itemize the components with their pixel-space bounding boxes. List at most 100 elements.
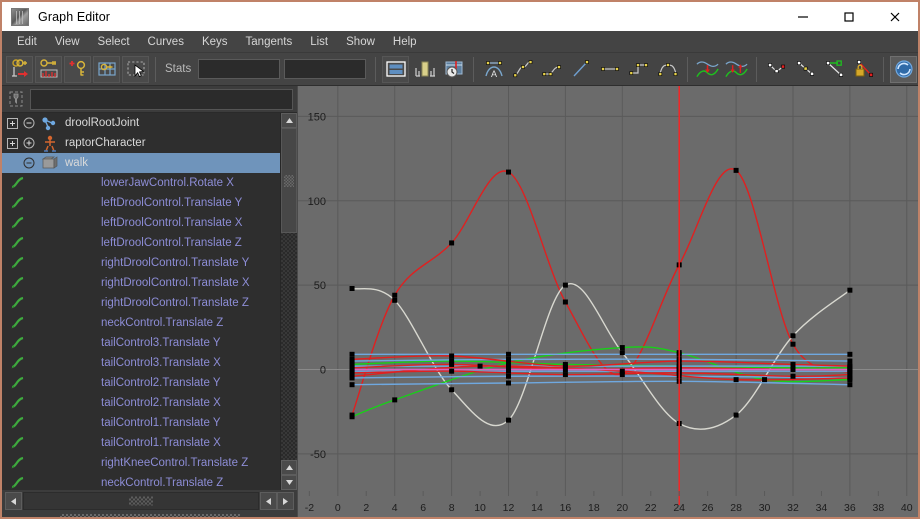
outliner-vertical-scrollbar[interactable] xyxy=(280,113,297,490)
outliner-row-curve[interactable]: rightDroolControl.Translate Z xyxy=(2,293,280,313)
stats-field-2[interactable] xyxy=(284,59,366,79)
swap-buffer-curve-button[interactable] xyxy=(723,56,750,83)
center-current-time-button[interactable] xyxy=(440,56,467,83)
outliner-row-curve[interactable]: neckControl.Translate Z xyxy=(2,313,280,333)
outliner-row-curve[interactable]: rightKneeControl.Translate Z xyxy=(2,453,280,473)
break-tangents-button[interactable] xyxy=(763,56,790,83)
outliner-filter-row xyxy=(2,86,297,112)
outliner-row-curve[interactable]: leftDroolControl.Translate X xyxy=(2,213,280,233)
stats-field-1[interactable] xyxy=(198,59,280,79)
move-nearest-picked-key-button[interactable] xyxy=(6,56,33,83)
outliner-row-walk[interactable]: walk xyxy=(2,153,280,173)
outliner-row-raptorcharacter[interactable]: raptorCharacter xyxy=(2,133,280,153)
lattice-deform-keys-button[interactable] xyxy=(93,56,120,83)
scroll-down-button[interactable] xyxy=(281,475,297,490)
menu-edit[interactable]: Edit xyxy=(8,34,46,50)
auto-tangent-button[interactable]: A xyxy=(480,56,507,83)
maximize-button[interactable] xyxy=(826,2,872,31)
outliner-row-curve[interactable]: tailControl3.Translate X xyxy=(2,353,280,373)
joint-icon xyxy=(39,115,61,131)
panel-resize-grip[interactable] xyxy=(2,512,297,519)
window-titlebar: Graph Editor xyxy=(2,2,918,31)
menu-help[interactable]: Help xyxy=(384,34,426,50)
menu-show[interactable]: Show xyxy=(337,34,384,50)
visibility-minus-icon[interactable] xyxy=(22,156,36,170)
outliner-row-label: tailControl3.Translate Y xyxy=(101,337,221,349)
scroll-left-button[interactable] xyxy=(5,492,22,510)
step-tangent-button[interactable] xyxy=(625,56,652,83)
outliner-filter-input[interactable] xyxy=(30,89,293,110)
scrollbar-track[interactable] xyxy=(281,128,297,460)
stats-label: Stats xyxy=(165,63,191,75)
outliner-row-curve[interactable]: tailControl1.Translate Y xyxy=(2,413,280,433)
toolbar-separator-4 xyxy=(687,57,688,82)
outliner-row-label: raptorCharacter xyxy=(65,137,146,149)
svg-text:30: 30 xyxy=(759,502,771,514)
outliner-row-curve[interactable]: leftDroolControl.Translate Z xyxy=(2,233,280,253)
outliner-row-curve[interactable]: tailControl2.Translate X xyxy=(2,393,280,413)
svg-text:32: 32 xyxy=(787,502,799,514)
buffer-curve-snapshot-button[interactable] xyxy=(694,56,721,83)
plateau-tangent-button[interactable] xyxy=(654,56,681,83)
outliner-row-curve[interactable]: tailControl1.Translate X xyxy=(2,433,280,453)
svg-text:16: 16 xyxy=(560,502,572,514)
linear-tangent-button[interactable] xyxy=(567,56,594,83)
scroll-up-button-bottom[interactable] xyxy=(281,460,297,475)
visibility-minus-icon[interactable] xyxy=(22,116,36,130)
graph-view[interactable]: 150100500-5024-2024681012141618202224262… xyxy=(297,86,918,519)
maya-app-icon xyxy=(11,8,29,26)
outliner-row-curve[interactable]: rightDroolControl.Translate Y xyxy=(2,253,280,273)
outliner-row-curve[interactable]: tailControl2.Translate Y xyxy=(2,373,280,393)
svg-text:50: 50 xyxy=(314,280,326,292)
time-snap-button[interactable] xyxy=(890,56,917,83)
add-keys-button[interactable] xyxy=(64,56,91,83)
outliner-horizontal-scrollbar[interactable] xyxy=(2,490,297,512)
lock-tangent-weight-button[interactable] xyxy=(850,56,877,83)
anim-curve-icon xyxy=(9,235,27,251)
free-tangent-weight-button[interactable] xyxy=(821,56,848,83)
svg-text:-2: -2 xyxy=(305,502,314,514)
svg-text:A: A xyxy=(491,69,497,79)
scroll-right-button[interactable] xyxy=(277,492,294,510)
animation-curve-canvas[interactable]: 150100500-5024-2024681012141618202224262… xyxy=(298,86,918,519)
svg-text:22: 22 xyxy=(645,502,657,514)
anim-curve-icon xyxy=(9,475,27,490)
menu-keys[interactable]: Keys xyxy=(193,34,237,50)
hscrollbar-thumb[interactable] xyxy=(23,492,259,510)
flat-tangent-button[interactable] xyxy=(596,56,623,83)
svg-text:36: 36 xyxy=(844,502,856,514)
expand-plus-icon[interactable] xyxy=(5,136,19,150)
graph-editor-window: Graph Editor Edit View Select Curves Key… xyxy=(0,0,920,519)
outliner-row-curve[interactable]: rightDroolControl.Translate X xyxy=(2,273,280,293)
clamped-tangent-button[interactable] xyxy=(538,56,565,83)
menu-tangents[interactable]: Tangents xyxy=(237,34,302,50)
outliner-row-curve[interactable]: leftDroolControl.Translate Y xyxy=(2,193,280,213)
visibility-plus-icon[interactable] xyxy=(22,136,36,150)
close-button[interactable] xyxy=(872,2,918,31)
scroll-left-button-2[interactable] xyxy=(260,492,277,510)
frame-playback-range-button[interactable] xyxy=(411,56,438,83)
anim-curve-icon xyxy=(9,255,27,271)
unify-tangents-button[interactable] xyxy=(792,56,819,83)
outliner-row-droolrootjoint[interactable]: droolRootJoint xyxy=(2,113,280,133)
frame-all-button[interactable] xyxy=(382,56,409,83)
svg-text:8: 8 xyxy=(449,502,455,514)
insert-keys-button[interactable] xyxy=(35,56,62,83)
menu-list[interactable]: List xyxy=(301,34,337,50)
scroll-up-button[interactable] xyxy=(281,113,297,128)
outliner-filter-icon[interactable] xyxy=(4,88,28,110)
editor-body: droolRootJoint xyxy=(2,86,918,519)
region-keys-button[interactable] xyxy=(122,56,149,83)
scrollbar-thumb[interactable] xyxy=(281,128,297,233)
menu-view[interactable]: View xyxy=(46,34,89,50)
minimize-button[interactable] xyxy=(780,2,826,31)
menu-curves[interactable]: Curves xyxy=(139,34,193,50)
character-icon xyxy=(39,135,61,151)
outliner-row-curve[interactable]: tailControl3.Translate Y xyxy=(2,333,280,353)
expand-plus-icon[interactable] xyxy=(5,116,19,130)
outliner-row-curve[interactable]: lowerJawControl.Rotate X xyxy=(2,173,280,193)
menu-select[interactable]: Select xyxy=(89,34,139,50)
spline-tangent-button[interactable] xyxy=(509,56,536,83)
outliner-row-curve[interactable]: neckControl.Translate Z xyxy=(2,473,280,490)
anim-curve-icon xyxy=(9,175,27,191)
